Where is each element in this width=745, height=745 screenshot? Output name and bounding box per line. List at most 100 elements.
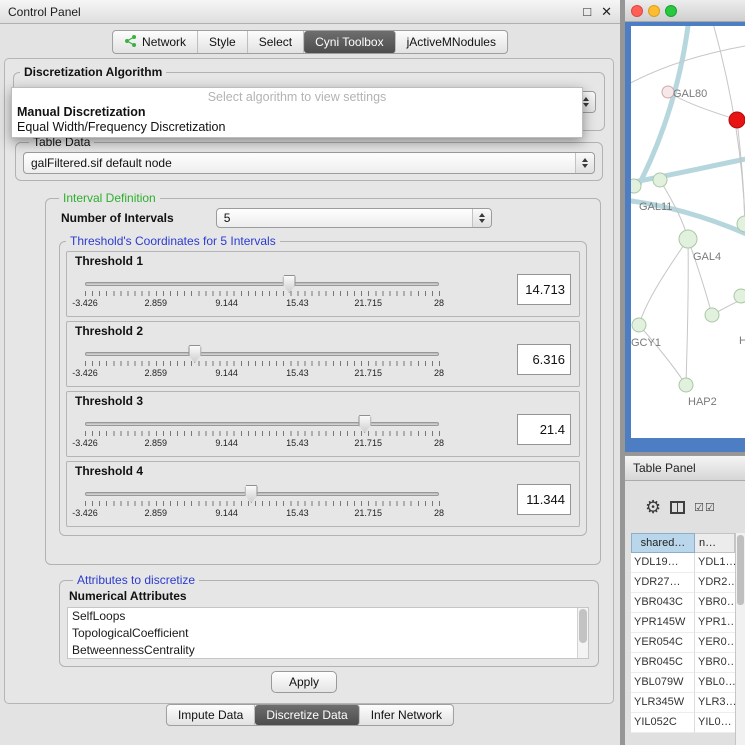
table-cell[interactable]: YIL052C [631, 713, 695, 733]
table-cell[interactable]: YBR043C [631, 593, 695, 613]
table-data-combobox[interactable]: galFiltered.sif default node [23, 152, 595, 174]
tab-jactivemnodules[interactable]: jActiveMNodules [396, 31, 507, 53]
table-cell[interactable]: YDR2… [695, 573, 735, 593]
table-cell[interactable]: YBL079W [631, 673, 695, 693]
tab-impute-data[interactable]: Impute Data [167, 705, 255, 725]
list-scrollbar[interactable] [577, 608, 588, 658]
table-row[interactable]: YPR145W YPR1… [631, 613, 735, 633]
columns-icon[interactable] [670, 501, 685, 514]
table-cell[interactable]: YPR145W [631, 613, 695, 633]
combo-stepper-icon[interactable] [575, 153, 594, 173]
table-row[interactable]: YBL079W YBL0… [631, 673, 735, 693]
node-label[interactable]: GAL11 [639, 201, 672, 213]
table-cell[interactable]: YBR0… [695, 593, 735, 613]
tab-style[interactable]: Style [198, 31, 248, 53]
node-label[interactable]: HAP2 [688, 396, 717, 408]
column-header-name[interactable]: n… [695, 533, 735, 553]
tab-network[interactable]: Network [113, 31, 198, 53]
apply-button[interactable]: Apply [271, 671, 337, 693]
table-scrollbar[interactable] [735, 533, 745, 745]
close-icon[interactable]: ✕ [601, 5, 612, 18]
table-cell[interactable]: YER0… [695, 633, 735, 653]
scale-tick-label: 21.715 [354, 368, 382, 378]
attributes-group-title: Attributes to discretize [73, 573, 199, 587]
slider-scale: -3.426 2.859 9.144 15.43 21.715 28 [75, 368, 449, 380]
slider-tick-marks [85, 291, 440, 296]
threshold-panel-4: Threshold 4 -3.426 2.859 9.144 1 [66, 461, 580, 527]
dropdown-option-manual-discretization[interactable]: Manual Discretization [12, 105, 582, 120]
node-label[interactable]: GAL80 [673, 88, 707, 100]
dropdown-placeholder: Select algorithm to view settings [12, 90, 582, 105]
tab-label: Cyni Toolbox [315, 35, 383, 49]
zoom-traffic-light-icon[interactable] [665, 5, 677, 17]
threshold-value-input[interactable]: 14.713 [517, 274, 571, 305]
table-row[interactable]: YBR043C YBR0… [631, 593, 735, 613]
table-panel-titlebar: Table Panel [625, 455, 745, 481]
tab-select[interactable]: Select [248, 31, 304, 53]
threshold-slider[interactable]: -3.426 2.859 9.144 15.43 21.715 28 [75, 340, 449, 384]
table-cell[interactable]: YER054C [631, 633, 695, 653]
slider-tick-marks [85, 501, 440, 506]
table-cell[interactable]: YPR1… [695, 613, 735, 633]
close-traffic-light-icon[interactable] [631, 5, 643, 17]
scale-tick-label: 21.715 [354, 298, 382, 308]
dropdown-option-equal-width-frequency[interactable]: Equal Width/Frequency Discretization [12, 120, 582, 135]
tab-discretize-data[interactable]: Discretize Data [255, 705, 359, 725]
slider-track[interactable] [85, 352, 439, 356]
scrollbar-thumb[interactable] [579, 609, 587, 643]
slider-track[interactable] [85, 422, 439, 426]
network-canvas[interactable]: GAL80 GAL11 GAL4 GCY1 HAP2 H [631, 26, 745, 438]
table-row[interactable]: YDL19… YDL1… [631, 553, 735, 573]
threshold-value-input[interactable]: 6.316 [517, 344, 571, 375]
table-cell[interactable]: YBL0… [695, 673, 735, 693]
node-label[interactable]: GCY1 [631, 337, 661, 349]
slider-track[interactable] [85, 492, 439, 496]
number-of-intervals-combobox[interactable]: 5 [216, 208, 492, 228]
table-cell[interactable]: YIL0… [695, 713, 735, 733]
list-item[interactable]: SelfLoops [68, 608, 588, 625]
table-cell[interactable]: YBR045C [631, 653, 695, 673]
slider-track[interactable] [85, 282, 439, 286]
thresholds-group-title: Threshold's Coordinates for 5 Intervals [66, 234, 280, 248]
scale-tick-label: 15.43 [286, 438, 309, 448]
table-cell[interactable]: YBR0… [695, 653, 735, 673]
node-label[interactable]: GAL4 [693, 251, 721, 263]
table-cell[interactable]: YDL1… [695, 553, 735, 573]
list-item[interactable]: BetweennessCentrality [68, 642, 588, 659]
table-cell[interactable]: YDR27… [631, 573, 695, 593]
threshold-value-input[interactable]: 11.344 [517, 484, 571, 515]
table-row[interactable]: YLR345W YLR3… [631, 693, 735, 713]
scale-tick-label: 28 [434, 438, 444, 448]
combo-stepper-icon[interactable] [472, 209, 491, 227]
bottom-tabstrip: Impute Data Discretize Data Infer Networ… [166, 704, 454, 726]
select-columns-checkbox-icons[interactable]: ☑☑ [694, 501, 716, 514]
gear-icon[interactable]: ⚙ [645, 498, 661, 516]
node-label[interactable]: H [739, 335, 745, 347]
threshold-slider[interactable]: -3.426 2.859 9.144 15.43 21.715 28 [75, 270, 449, 314]
table-row[interactable]: YIL052C YIL0… [631, 713, 735, 733]
column-header-shared-name[interactable]: shared… [631, 533, 695, 553]
slider-tick-marks [85, 361, 440, 366]
threshold-value-input[interactable]: 21.4 [517, 414, 571, 445]
tab-cyni-toolbox[interactable]: Cyni Toolbox [304, 31, 395, 53]
table-cell[interactable]: YLR3… [695, 693, 735, 713]
minimize-traffic-light-icon[interactable] [648, 5, 660, 17]
table-row[interactable]: YBR045C YBR0… [631, 653, 735, 673]
number-of-intervals-label: Number of Intervals [61, 211, 174, 225]
tab-label: Discretize Data [266, 708, 347, 722]
list-item[interactable]: TopologicalCoefficient [68, 625, 588, 642]
algorithm-dropdown-popup: Select algorithm to view settings Manual… [11, 87, 583, 138]
table-panel-title: Table Panel [633, 461, 696, 475]
scale-tick-label: 15.43 [286, 298, 309, 308]
tab-infer-network[interactable]: Infer Network [360, 705, 453, 725]
scale-tick-label: 28 [434, 368, 444, 378]
number-of-intervals-row: Number of Intervals 5 [61, 208, 593, 228]
threshold-slider[interactable]: -3.426 2.859 9.144 15.43 21.715 28 [75, 410, 449, 454]
threshold-slider[interactable]: -3.426 2.859 9.144 15.43 21.715 28 [75, 480, 449, 524]
table-row[interactable]: YDR27… YDR2… [631, 573, 735, 593]
table-cell[interactable]: YDL19… [631, 553, 695, 573]
scrollbar-thumb[interactable] [737, 535, 744, 605]
table-row[interactable]: YER054C YER0… [631, 633, 735, 653]
float-panel-icon[interactable]: □ [583, 5, 591, 18]
table-cell[interactable]: YLR345W [631, 693, 695, 713]
